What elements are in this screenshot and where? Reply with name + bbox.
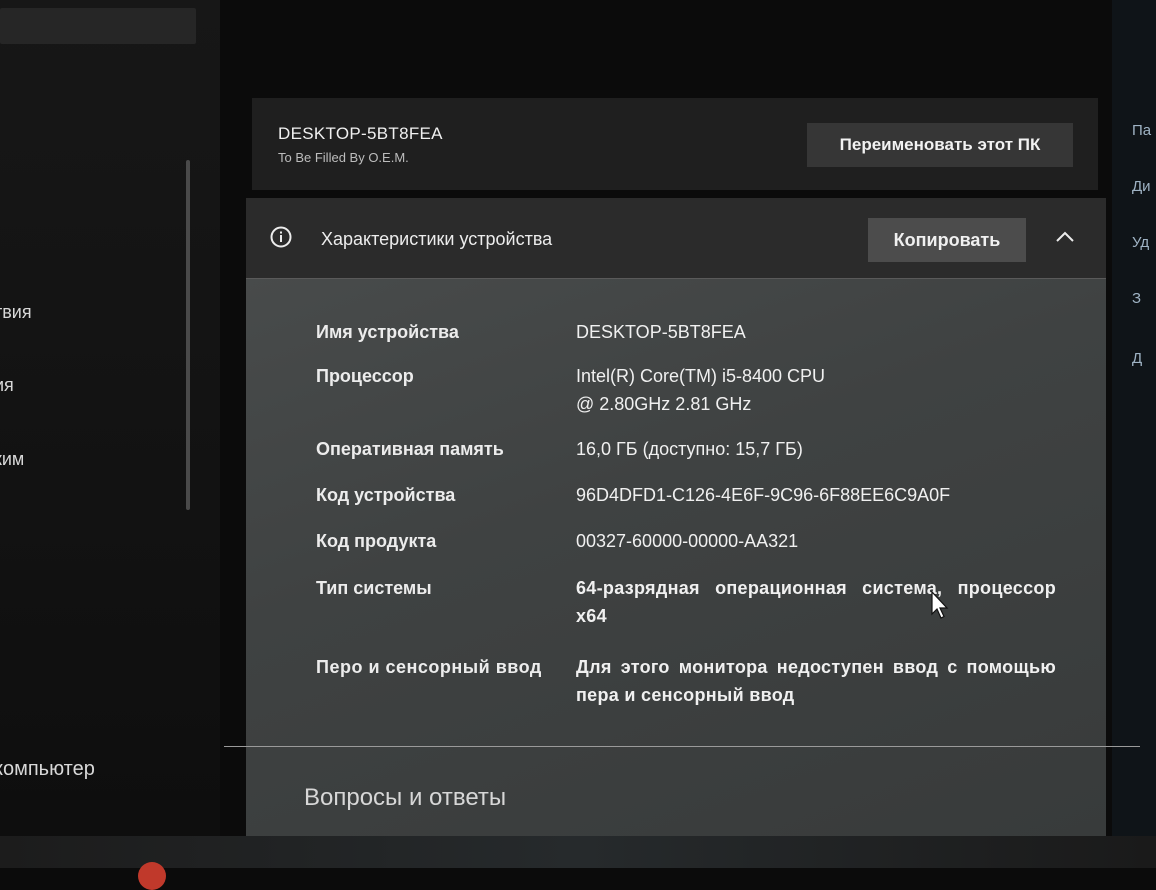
chevron-up-icon[interactable] <box>1054 226 1076 248</box>
device-specs-title: Характеристики устройства <box>321 229 553 249</box>
spec-value: DESKTOP-5BT8FEA <box>576 322 746 342</box>
sidebar-item-2[interactable]: ия <box>0 375 14 396</box>
copy-button[interactable]: Копировать <box>868 218 1026 262</box>
taskbar <box>0 836 1156 868</box>
sidebar-scrollbar[interactable] <box>186 160 190 510</box>
taskbar-app-icon[interactable] <box>138 862 166 890</box>
pc-manufacturer: To Be Filled By O.E.M. <box>278 150 409 165</box>
rename-pc-button[interactable]: Переименовать этот ПК <box>807 123 1073 167</box>
faq-heading: Вопросы и ответы <box>304 784 507 811</box>
spec-label: Процессор <box>316 366 414 386</box>
related-link-3[interactable]: Уд <box>1132 234 1149 251</box>
info-icon <box>270 226 292 248</box>
spec-label: Код устройства <box>316 485 456 505</box>
spec-value: 96D4DFD1-C126-4E6F-9C96-6F88EE6C9A0F <box>576 485 951 505</box>
device-specs-header[interactable]: Характеристики устройства Копировать <box>246 198 1106 279</box>
spec-value: 64-разрядная операционная система, проце… <box>576 578 1056 626</box>
spec-value: Intel(R) Core(TM) i5-8400 CPU @ 2.80GHz … <box>576 366 826 414</box>
spec-label: Перо и сенсорный ввод <box>316 657 542 677</box>
mouse-cursor-icon <box>931 590 949 619</box>
spec-label: Имя устройства <box>316 322 459 342</box>
pc-name-card: DESKTOP-5BT8FEA To Be Filled By O.E.M. П… <box>252 98 1098 190</box>
sidebar-item-1[interactable]: твия <box>0 302 32 323</box>
section-divider <box>224 746 1140 747</box>
related-link-1[interactable]: Па <box>1132 122 1151 139</box>
spec-value: Для этого монитора недоступен ввод с пом… <box>576 657 1056 705</box>
spec-value: 00327-60000-00000-AA321 <box>576 531 799 551</box>
related-settings-column: Па Ди Уд З Д <box>1112 0 1156 836</box>
sidebar-search-box[interactable] <box>0 8 196 44</box>
spec-value: 16,0 ГБ (доступно: 15,7 ГБ) <box>576 439 803 459</box>
related-link-4[interactable]: З <box>1132 290 1141 307</box>
pc-name: DESKTOP-5BT8FEA <box>278 124 443 143</box>
related-link-5[interactable]: Д <box>1132 350 1142 367</box>
related-link-2[interactable]: Ди <box>1132 178 1151 195</box>
spec-label: Код продукта <box>316 531 437 551</box>
sidebar-item-4[interactable]: компьютер <box>0 758 95 781</box>
settings-sidebar: твия ия ким компьютер <box>0 0 220 836</box>
device-specs-panel: Характеристики устройства Копировать Имя… <box>246 198 1106 836</box>
spec-label: Оперативная память <box>316 439 504 459</box>
sidebar-item-3[interactable]: ким <box>0 449 24 470</box>
spec-label: Тип системы <box>316 578 432 598</box>
